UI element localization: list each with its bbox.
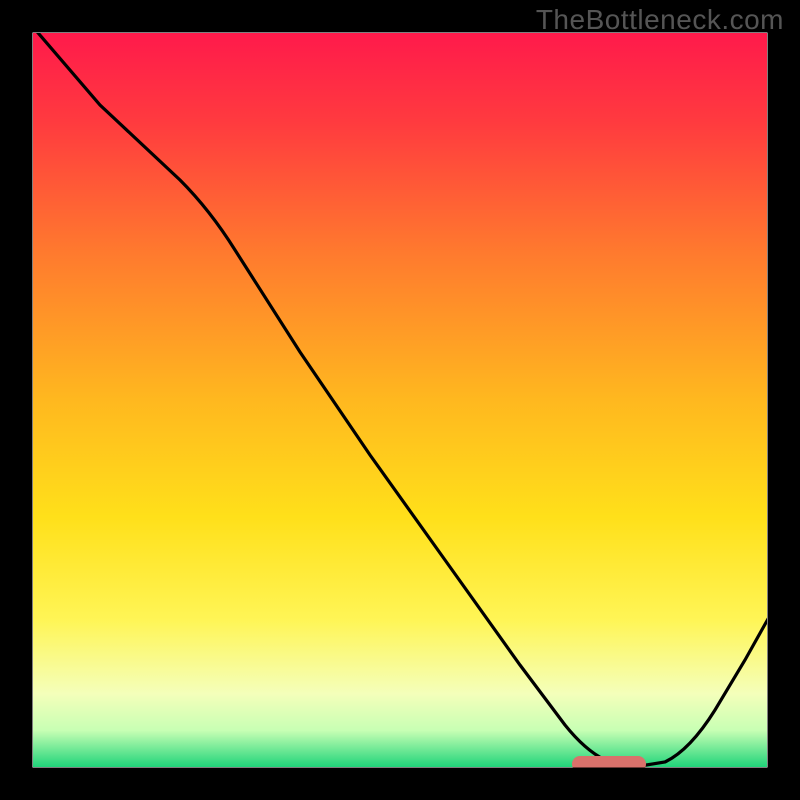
chart-frame: TheBottleneck.com: [0, 0, 800, 800]
gradient-background: [33, 33, 767, 767]
bottleneck-chart-svg: [0, 0, 800, 800]
watermark-text: TheBottleneck.com: [536, 4, 784, 36]
